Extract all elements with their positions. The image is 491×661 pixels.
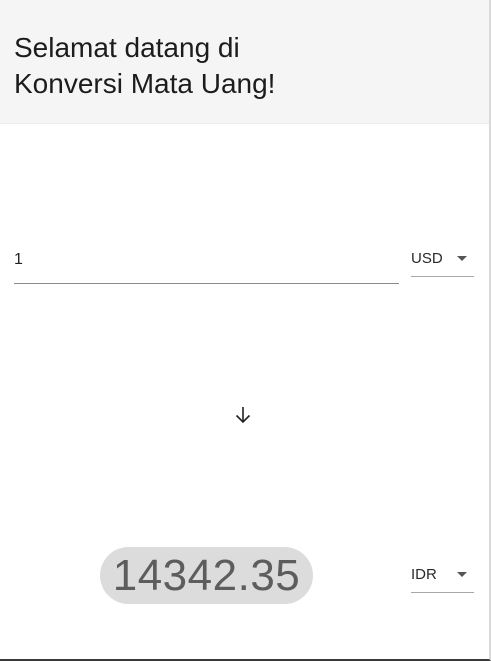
from-currency-select[interactable]: USD [411,241,474,277]
app-header: Selamat datang di Konversi Mata Uang! [0,0,489,124]
caret-down-icon [457,256,467,261]
arrow-down-icon [233,405,253,425]
app-frame: Selamat datang di Konversi Mata Uang! US… [0,0,491,661]
page-title: Selamat datang di Konversi Mata Uang! [14,32,276,99]
to-currency-select[interactable]: IDR [411,557,474,593]
amount-field[interactable] [14,240,399,284]
to-currency-value: IDR [411,566,437,583]
caret-down-icon [457,572,467,577]
converted-result: 14342.35 [100,547,313,604]
from-currency-value: USD [411,250,443,267]
amount-input[interactable] [14,240,399,280]
